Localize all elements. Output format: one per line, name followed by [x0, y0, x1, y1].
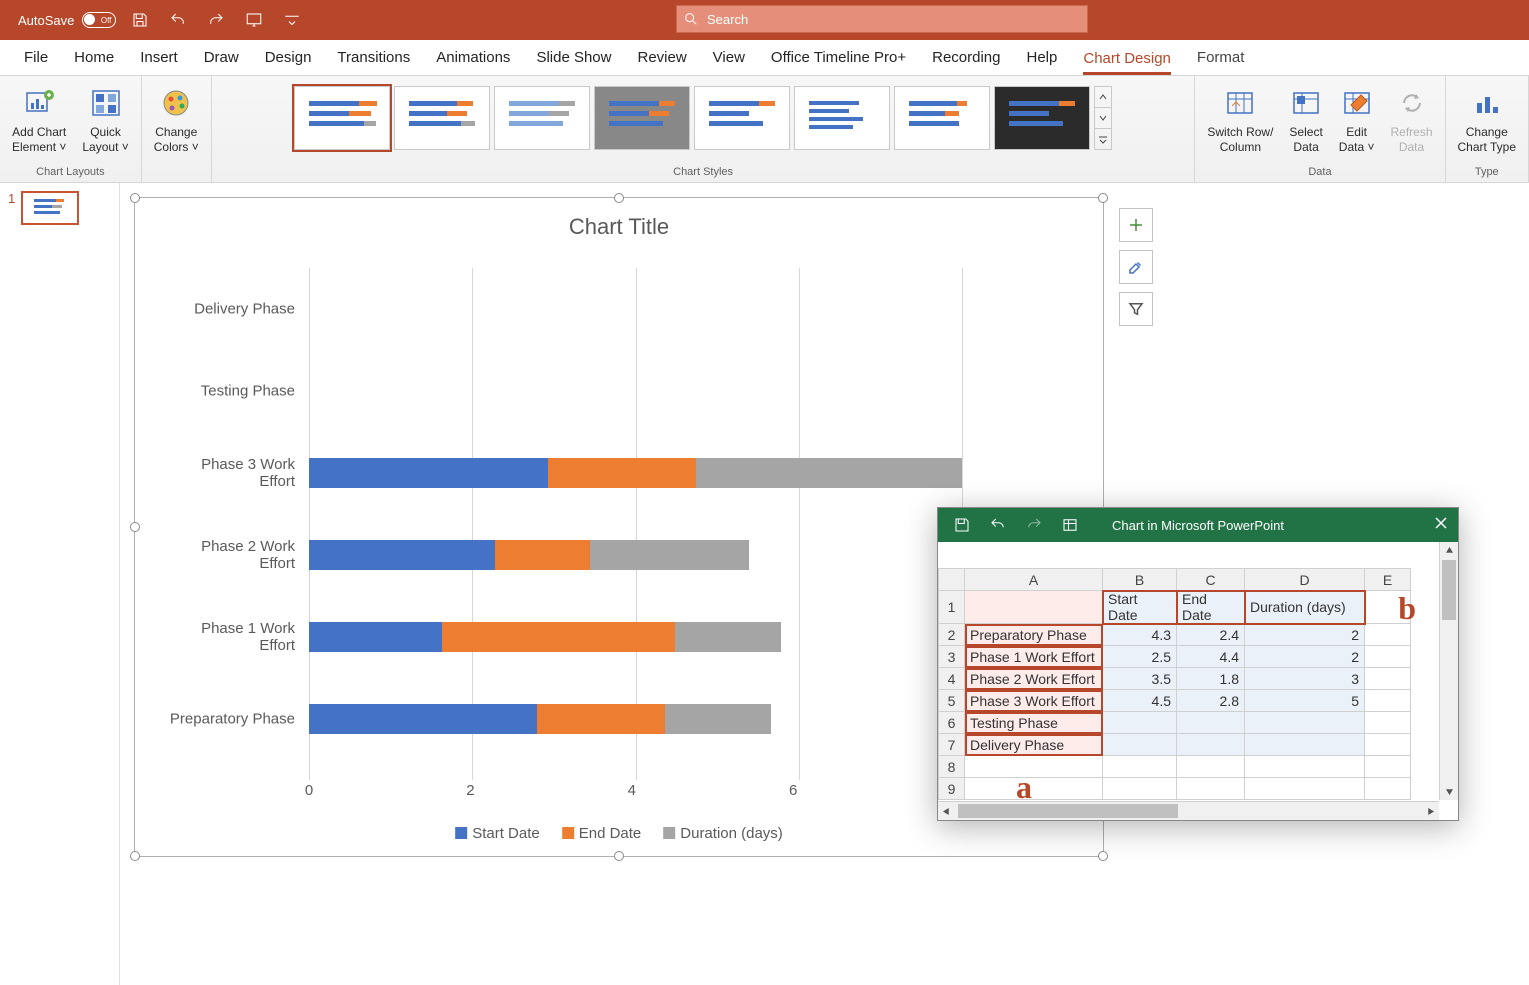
slide-number: 1 — [8, 191, 15, 225]
excel-save-icon[interactable] — [950, 513, 974, 537]
group-label-data: Data — [1308, 166, 1331, 178]
ribbon: Add Chart Element ˅ Quick Layout ˅ Chart… — [0, 76, 1529, 183]
group-label-type: Type — [1475, 166, 1499, 178]
group-label-styles: Chart Styles — [673, 166, 733, 178]
select-data-button[interactable]: Select Data — [1283, 82, 1328, 157]
quick-layout-button[interactable]: Quick Layout ˅ — [76, 82, 134, 157]
resize-handle[interactable] — [130, 193, 140, 203]
chart-elements-button[interactable] — [1119, 208, 1153, 242]
excel-open-icon[interactable] — [1058, 513, 1082, 537]
category-label: Phase 2 Work Effort — [167, 538, 295, 572]
category-label: Testing Phase — [201, 382, 295, 399]
category-label: Delivery Phase — [194, 300, 295, 317]
column-header-d[interactable]: D — [1245, 569, 1365, 591]
vertical-scrollbar[interactable] — [1439, 542, 1458, 800]
resize-handle[interactable] — [1098, 193, 1108, 203]
change-colors-button[interactable]: Change Colors ˅ — [148, 82, 205, 157]
slide-thumbnail-1[interactable] — [21, 191, 79, 225]
horizontal-scrollbar[interactable] — [938, 801, 1439, 820]
chart-style-2[interactable] — [394, 86, 490, 150]
chart-filters-button[interactable] — [1119, 292, 1153, 326]
tab-file[interactable]: File — [24, 45, 48, 70]
tab-office-timeline[interactable]: Office Timeline Pro+ — [771, 45, 906, 70]
plot-area[interactable] — [309, 268, 963, 780]
category-label: Phase 3 Work Effort — [167, 456, 295, 490]
refresh-data-button: Refresh Data — [1384, 82, 1438, 157]
tab-format[interactable]: Format — [1197, 45, 1245, 70]
chart-style-8[interactable] — [994, 86, 1090, 150]
tab-design[interactable]: Design — [265, 45, 312, 70]
column-header-e[interactable]: E — [1365, 569, 1411, 591]
chart-style-3[interactable] — [494, 86, 590, 150]
gallery-more-button[interactable] — [1095, 129, 1111, 149]
annotation-a: a — [1016, 769, 1032, 800]
excel-undo-icon[interactable] — [986, 513, 1010, 537]
column-header-a[interactable]: A — [965, 569, 1103, 591]
resize-handle[interactable] — [614, 193, 624, 203]
excel-redo-icon[interactable] — [1022, 513, 1046, 537]
chart-style-1[interactable] — [294, 86, 390, 150]
add-chart-element-button[interactable]: Add Chart Element ˅ — [6, 82, 72, 157]
tab-transitions[interactable]: Transitions — [337, 45, 410, 70]
tab-recording[interactable]: Recording — [932, 45, 1000, 70]
chart-styles-button[interactable] — [1119, 250, 1153, 284]
gallery-down-button[interactable] — [1095, 108, 1111, 129]
tab-chart-design[interactable]: Chart Design — [1083, 46, 1171, 75]
ribbon-tabs: File Home Insert Draw Design Transitions… — [0, 40, 1529, 76]
qat-more-icon[interactable] — [278, 6, 306, 34]
select-all-corner[interactable] — [939, 569, 965, 591]
autosave-toggle[interactable]: AutoSave Off — [18, 12, 116, 28]
tab-home[interactable]: Home — [74, 45, 114, 70]
edit-data-button[interactable]: Edit Data ˅ — [1333, 82, 1381, 157]
x-axis: 02468 — [309, 782, 963, 810]
present-icon[interactable] — [240, 6, 268, 34]
data-grid[interactable]: A B C D E 1 Start Date End Date Duration… — [938, 568, 1411, 800]
search-input[interactable]: Search — [676, 5, 1088, 33]
slide-thumbnail-panel: 1 — [0, 183, 120, 985]
column-header-b[interactable]: B — [1103, 569, 1177, 591]
resize-handle[interactable] — [130, 851, 140, 861]
cell[interactable]: Start Date — [1103, 591, 1177, 624]
chart-style-gallery — [294, 86, 1112, 150]
resize-handle[interactable] — [1098, 851, 1108, 861]
undo-icon[interactable] — [164, 6, 192, 34]
gallery-scroll — [1094, 86, 1112, 150]
tab-animations[interactable]: Animations — [436, 45, 510, 70]
tab-slideshow[interactable]: Slide Show — [536, 45, 611, 70]
chart-style-6[interactable] — [794, 86, 890, 150]
category-label: Preparatory Phase — [170, 710, 295, 727]
excel-close-button[interactable] — [1434, 516, 1448, 533]
group-label-layouts: Chart Layouts — [36, 166, 104, 178]
redo-icon[interactable] — [202, 6, 230, 34]
tab-view[interactable]: View — [713, 45, 745, 70]
titlebar: AutoSave Off Presentation1 - PowerPoint … — [0, 0, 1529, 40]
tab-draw[interactable]: Draw — [204, 45, 239, 70]
annotation-b: b — [1398, 590, 1416, 627]
cell[interactable] — [965, 591, 1103, 624]
search-icon — [683, 11, 699, 27]
chart-style-7[interactable] — [894, 86, 990, 150]
chart-legend[interactable]: Start Date End Date Duration (days) — [455, 825, 783, 842]
cell[interactable]: Duration (days) — [1245, 591, 1365, 624]
save-icon[interactable] — [126, 6, 154, 34]
category-label: Phase 1 Work Effort — [167, 620, 295, 654]
column-header-c[interactable]: C — [1177, 569, 1245, 591]
chart-data-editor: Chart in Microsoft PowerPoint A B C D E … — [937, 507, 1459, 821]
chart-style-5[interactable] — [694, 86, 790, 150]
autosave-label: AutoSave — [18, 13, 74, 28]
change-chart-type-button[interactable]: Change Chart Type — [1452, 82, 1522, 157]
gallery-up-button[interactable] — [1095, 87, 1111, 108]
chart-title[interactable]: Chart Title — [135, 214, 1103, 240]
cell[interactable]: End Date — [1177, 591, 1245, 624]
slide-canvas: Chart Title Delivery Phase Testing Phase… — [120, 183, 1529, 985]
tab-insert[interactable]: Insert — [140, 45, 178, 70]
excel-window-title: Chart in Microsoft PowerPoint — [1112, 518, 1284, 533]
switch-row-column-button[interactable]: Switch Row/ Column — [1201, 82, 1279, 157]
resize-handle[interactable] — [130, 522, 140, 532]
resize-handle[interactable] — [614, 851, 624, 861]
chart-style-4[interactable] — [594, 86, 690, 150]
tab-help[interactable]: Help — [1027, 45, 1058, 70]
tab-review[interactable]: Review — [637, 45, 686, 70]
